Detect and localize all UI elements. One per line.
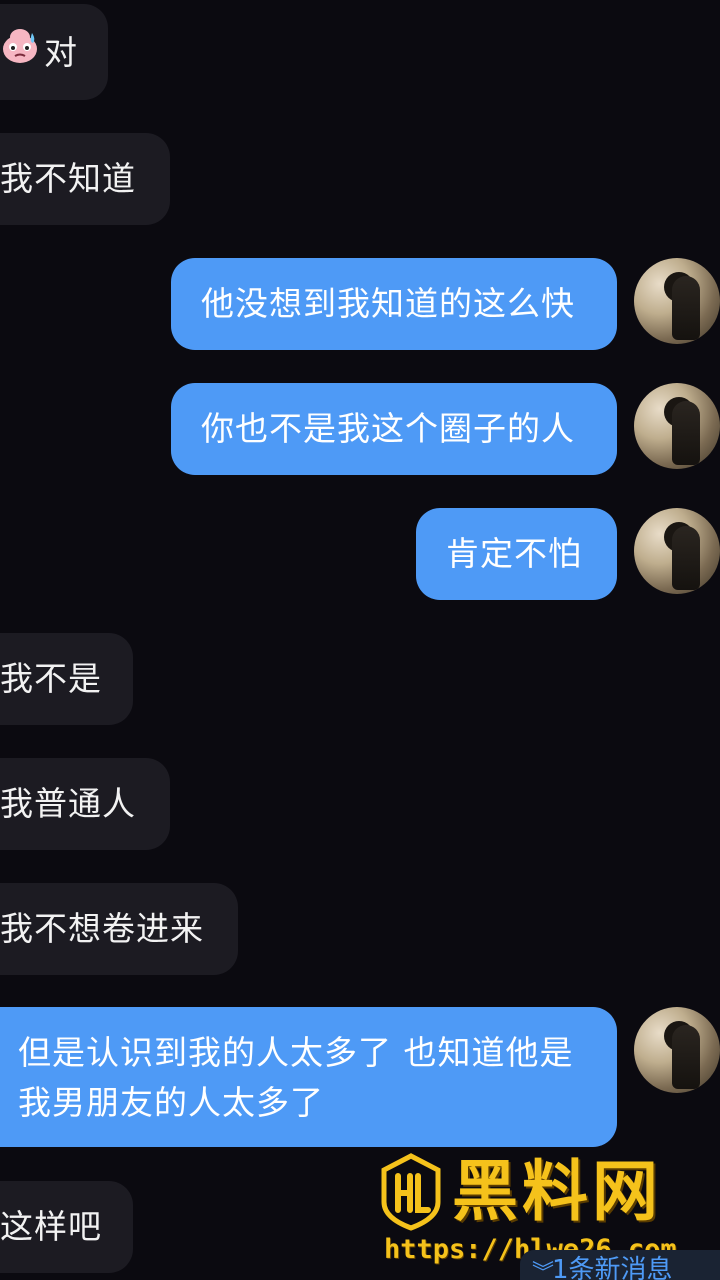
user-avatar[interactable] <box>634 1007 720 1093</box>
new-message-indicator[interactable]: ︾ 1条新消息 <box>520 1250 720 1280</box>
incoming-message-bubble[interactable]: 我不是 <box>0 633 133 725</box>
outgoing-message-bubble[interactable]: 你也不是我这个圈子的人 <box>171 383 617 475</box>
message-text: 我普通人 <box>0 784 136 823</box>
message-text: 你也不是我这个圈子的人 <box>201 409 575 448</box>
message-text: 我不知道 <box>0 159 136 198</box>
user-avatar[interactable] <box>634 258 720 344</box>
message-text: 这样吧 <box>0 1207 102 1246</box>
new-message-text: 1条新消息 <box>552 1255 673 1280</box>
incoming-message-bubble[interactable]: 我不想卷进来 <box>0 883 238 975</box>
outgoing-message-bubble[interactable]: 他没想到我知道的这么快 <box>171 258 617 350</box>
double-chevron-down-icon: ︾ <box>532 1261 555 1280</box>
incoming-message-bubble[interactable]: 我普通人 <box>0 758 170 850</box>
outgoing-message-bubble[interactable]: 肯定不怕 <box>416 508 617 600</box>
hl-shield-logo-icon <box>380 1152 442 1232</box>
message-text: 他没想到我知道的这么快 <box>201 284 575 323</box>
outgoing-message-bubble[interactable]: 但是认识到我的人太多了 也知道他是 我男朋友的人太多了 <box>0 1007 617 1147</box>
incoming-message-bubble[interactable]: 这样吧 <box>0 1181 133 1273</box>
message-text: 我不想卷进来 <box>0 909 204 948</box>
message-text: 肯定不怕 <box>446 534 582 573</box>
watermark-title: 黑料网 <box>452 1153 662 1230</box>
message-text: 对 <box>44 33 78 72</box>
user-avatar[interactable] <box>634 383 720 469</box>
message-text: 我不是 <box>0 659 102 698</box>
incoming-message-bubble[interactable]: 我不知道 <box>0 133 170 225</box>
user-avatar[interactable] <box>634 508 720 594</box>
chat-conversation: 对 我不知道 他没想到我知道的这么快 你也不是我这个圈子的人 肯定不怕 我不是 … <box>0 0 720 1280</box>
incoming-message-bubble[interactable]: 对 <box>0 4 108 100</box>
message-text-line: 但是认识到我的人太多了 也知道他是 <box>18 1033 574 1072</box>
message-text-line: 我男朋友的人太多了 <box>18 1083 324 1122</box>
sweat-face-emoji-icon <box>0 25 40 79</box>
